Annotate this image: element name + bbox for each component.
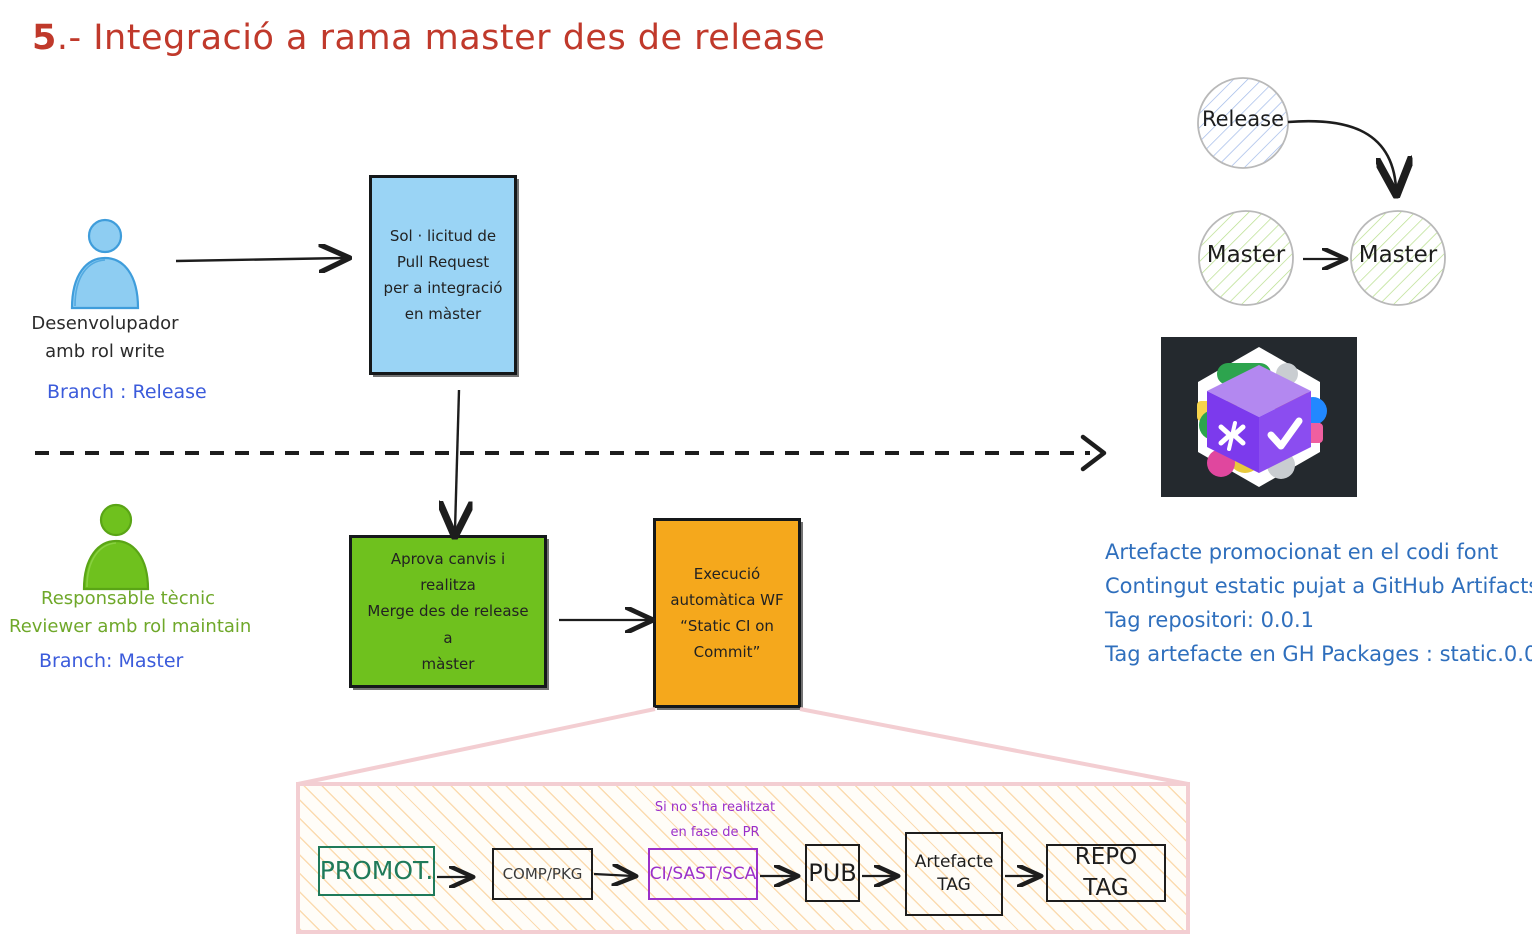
developer-role: Desenvolupador amb rol write	[0, 310, 235, 366]
merge-box[interactable]: Aprova canvis i realitza Merge des de re…	[349, 535, 547, 688]
developer-branch: Branch : Release	[47, 378, 207, 407]
reviewer-role: Responsable tècnic Reviewer amb rol main…	[41, 585, 251, 641]
pipeline-step-promot-label: PROMOT.	[316, 852, 438, 890]
callout-workflow-to-pipeline	[298, 709, 1188, 784]
arrow-release-to-master	[1288, 121, 1396, 188]
branch-circle-master-before-label: Master	[1196, 242, 1296, 268]
title-number: 5	[32, 18, 57, 58]
pipeline-step-repo-tag[interactable]: REPO TAG	[1046, 844, 1166, 902]
diagram-canvas: 5.- Integració a rama master des de rele…	[0, 0, 1532, 944]
pipeline-step-ci-sast-sca-label: CI/SAST/SCA	[646, 861, 761, 888]
pipeline-annotation: Si no s'ha realitzat en fase de PR	[600, 796, 830, 845]
artifact-note-3: Tag repositori: 0.0.1	[1105, 603, 1532, 637]
pipeline-annotation-line-1: Si no s'ha realitzat	[600, 796, 830, 821]
merge-line-3: màster	[362, 651, 534, 677]
developer-person-icon	[65, 218, 145, 310]
pipeline-panel: Si no s'ha realitzat en fase de PR PROMO…	[296, 782, 1190, 934]
pipeline-step-ci-sast-sca[interactable]: CI/SAST/SCA	[648, 848, 758, 900]
reviewer-role-line2: Reviewer amb rol maintain	[9, 613, 251, 641]
workflow-line-4: Commit”	[670, 639, 783, 665]
pull-request-box[interactable]: Sol · licitud de Pull Request per a inte…	[369, 175, 517, 375]
pull-request-line-2: Pull Request	[384, 249, 503, 275]
artifact-note-4: Tag artefacte en GH Packages : static.0.…	[1105, 637, 1532, 671]
developer-role-line2: amb rol write	[0, 338, 235, 366]
branch-circle-master-before: Master	[1196, 208, 1296, 308]
reviewer-branch: Branch: Master	[39, 647, 183, 676]
branch-circle-master-after-label: Master	[1348, 242, 1448, 268]
pull-request-line-3: per a integració	[384, 275, 503, 301]
pipeline-step-comp-pkg[interactable]: COMP/PKG	[492, 848, 593, 900]
reviewer-role-line1: Responsable tècnic	[41, 585, 251, 613]
merge-line-2: Merge des de release a	[362, 598, 534, 651]
pipeline-step-promot[interactable]: PROMOT.	[318, 846, 435, 896]
developer-role-line1: Desenvolupador	[0, 310, 235, 338]
merge-line-1: Aprova canvis i realitza	[362, 546, 534, 599]
swimlane-divider	[35, 437, 1104, 469]
pipeline-step-comp-pkg-label: COMP/PKG	[499, 862, 587, 886]
workflow-line-3: “Static CI on	[670, 613, 783, 639]
pipeline-step-artefacte-tag-line-1: Artefacte	[915, 851, 994, 874]
title-text: .- Integració a rama master des de relea…	[57, 18, 825, 58]
pull-request-line-4: en màster	[384, 301, 503, 327]
page-title: 5.- Integració a rama master des de rele…	[32, 18, 825, 58]
pipeline-step-pub[interactable]: PUB	[805, 844, 860, 902]
artifact-note-1: Artefacte promocionat en el codi font	[1105, 535, 1532, 569]
workflow-box[interactable]: Execució automàtica WF “Static CI on Com…	[653, 518, 801, 708]
arrow-developer-to-pr	[176, 258, 345, 261]
pipeline-step-repo-tag-label: REPO TAG	[1048, 840, 1164, 906]
branch-circle-release-label: Release	[1195, 107, 1291, 131]
pipeline-annotation-line-2: en fase de PR	[600, 821, 830, 846]
pipeline-step-artefacte-tag-line-2: TAG	[915, 874, 994, 897]
arrow-pr-to-merge	[455, 390, 459, 530]
pull-request-line-1: Sol · licitud de	[384, 223, 503, 249]
workflow-line-1: Execució	[670, 561, 783, 587]
github-packages-logo	[1161, 337, 1357, 497]
pipeline-step-pub-label: PUB	[804, 855, 861, 891]
reviewer-person-icon	[78, 503, 154, 591]
branch-circle-release: Release	[1195, 75, 1291, 171]
workflow-line-2: automàtica WF	[670, 587, 783, 613]
pipeline-step-artefacte-tag[interactable]: Artefacte TAG	[905, 832, 1003, 916]
artifact-notes: Artefacte promocionat en el codi font Co…	[1105, 535, 1532, 671]
artifact-note-2: Contingut estatic pujat a GitHub Artifac…	[1105, 569, 1532, 603]
branch-circle-master-after: Master	[1348, 208, 1448, 308]
